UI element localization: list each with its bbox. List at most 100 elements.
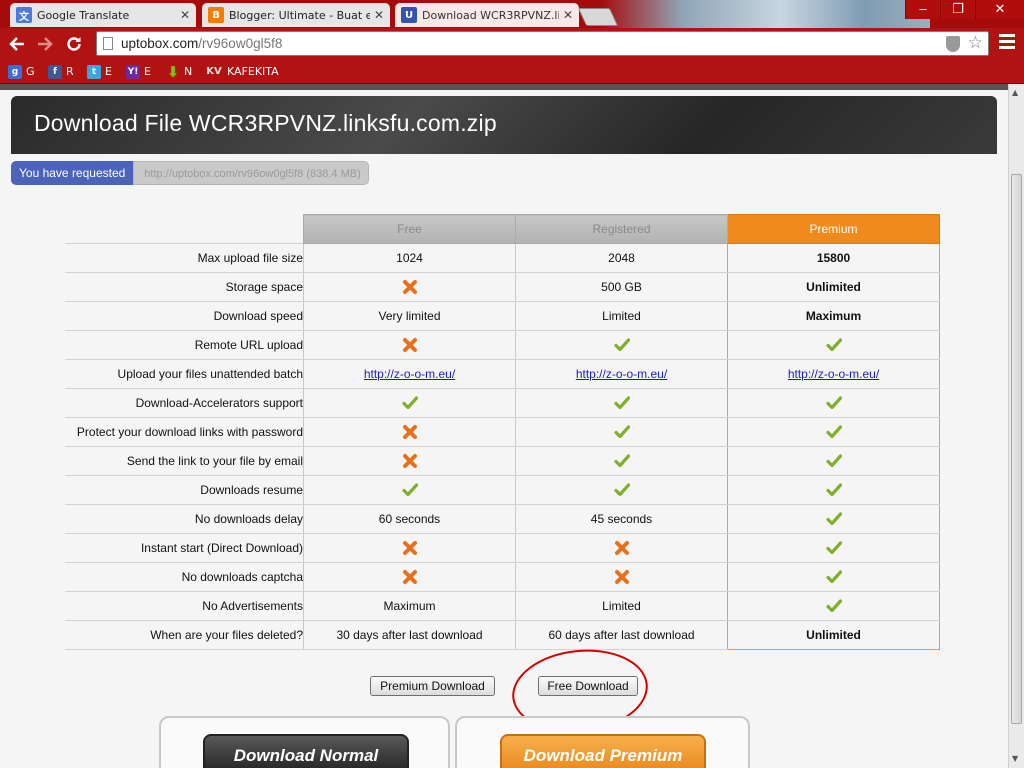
close-window-button[interactable]: ✕ bbox=[975, 0, 1024, 19]
requested-file-bar: You have requested http://uptobox.com/rv… bbox=[11, 161, 369, 185]
cell-free bbox=[303, 562, 516, 592]
forward-arrow-icon[interactable] bbox=[34, 33, 56, 55]
check-icon bbox=[825, 454, 842, 468]
batch-upload-link[interactable]: http://z-o-o-m.eu/ bbox=[788, 367, 879, 381]
cell-registered bbox=[515, 475, 728, 505]
google-translate-icon: 文 bbox=[16, 7, 32, 23]
table-row: No downloads captcha bbox=[65, 562, 940, 592]
bookmark-label: R bbox=[66, 65, 74, 78]
window-controls: ‒ ❐ ✕ bbox=[905, 0, 1024, 19]
cross-icon bbox=[402, 338, 417, 352]
blogger-icon: B bbox=[208, 7, 224, 23]
cross-icon bbox=[402, 454, 417, 468]
cross-icon bbox=[402, 541, 417, 555]
cell-premium bbox=[727, 330, 940, 360]
bookmark-kafekita[interactable]: KV KAFEKITA bbox=[205, 63, 278, 80]
cell-premium bbox=[727, 562, 940, 592]
header-spacer bbox=[65, 215, 304, 244]
cell-registered: 60 days after last download bbox=[515, 620, 728, 650]
star-icon[interactable]: ☆ bbox=[968, 33, 983, 53]
feature-label: Upload your files unattended batch bbox=[65, 359, 304, 389]
tab-google-translate[interactable]: 文 Google Translate ✕ bbox=[10, 3, 196, 27]
facebook-icon: f bbox=[48, 64, 62, 79]
bookmark-g[interactable]: gG bbox=[8, 63, 35, 80]
table-row: Max upload file size 1024 2048 15800 bbox=[65, 243, 940, 273]
uptobox-icon: U bbox=[401, 7, 417, 23]
check-icon bbox=[613, 396, 630, 410]
url-path: /rv96ow0gl5f8 bbox=[198, 36, 283, 51]
twitter-icon: t bbox=[87, 64, 101, 79]
cell-registered: 500 GB bbox=[515, 272, 728, 302]
url-host: uptobox.com bbox=[121, 36, 199, 51]
vertical-scrollbar[interactable]: ▲ ▼ bbox=[1008, 84, 1024, 768]
check-icon bbox=[613, 425, 630, 439]
cell-registered: Limited bbox=[515, 301, 728, 331]
check-icon bbox=[825, 570, 842, 584]
cell-registered bbox=[515, 446, 728, 476]
plan-header-free: Free bbox=[303, 214, 516, 244]
cross-icon bbox=[614, 541, 629, 555]
close-icon[interactable]: ✕ bbox=[563, 8, 573, 22]
bookmark-n[interactable]: ⬇ N bbox=[166, 62, 193, 81]
cell-registered bbox=[515, 388, 728, 418]
plan-comparison-table: Free Registered Premium Max upload file … bbox=[65, 214, 940, 650]
table-row: Storage space 500 GB Unlimited bbox=[65, 272, 940, 302]
kv-icon: KV bbox=[206, 66, 222, 77]
cell-premium: Unlimited bbox=[727, 272, 940, 302]
shield-icon[interactable] bbox=[946, 36, 960, 52]
check-icon bbox=[613, 454, 630, 468]
cell-premium: http://z-o-o-m.eu/ bbox=[727, 359, 940, 389]
cell-free: Maximum bbox=[303, 591, 516, 621]
request-label: You have requested bbox=[11, 161, 134, 185]
back-arrow-icon[interactable] bbox=[6, 33, 28, 55]
bookmark-e-yahoo[interactable]: Y! E bbox=[126, 63, 151, 80]
table-row: Download-Accelerators support bbox=[65, 388, 940, 418]
batch-upload-link[interactable]: http://z-o-o-m.eu/ bbox=[364, 367, 455, 381]
close-icon[interactable]: ✕ bbox=[180, 8, 190, 22]
request-value: http://uptobox.com/rv96ow0gl5f8 (838.4 M… bbox=[133, 161, 369, 185]
tab-blogger[interactable]: B Blogger: Ultimate - Buat entri ✕ bbox=[202, 3, 390, 27]
close-icon[interactable]: ✕ bbox=[374, 8, 384, 22]
plan-header-premium: Premium bbox=[727, 214, 940, 244]
tab-uptobox[interactable]: U Download WCR3RPVNZ.linksf ✕ bbox=[395, 3, 579, 27]
check-icon bbox=[401, 396, 418, 410]
table-row: Instant start (Direct Download) bbox=[65, 533, 940, 563]
table-row: When are your files deleted? 30 days afte… bbox=[65, 620, 940, 650]
tab-label: Download WCR3RPVNZ.linksf bbox=[422, 8, 559, 22]
feature-label: When are your files deleted? bbox=[65, 620, 304, 650]
address-bar[interactable]: uptobox.com/rv96ow0gl5f8 ☆ bbox=[96, 31, 989, 56]
yahoo-icon: Y! bbox=[126, 64, 140, 79]
download-premium-button[interactable]: Download Premium bbox=[500, 734, 706, 768]
window-background bbox=[600, 0, 930, 28]
premium-download-button[interactable]: Premium Download bbox=[370, 676, 495, 696]
maximize-button[interactable]: ❐ bbox=[940, 0, 975, 19]
url-text[interactable]: uptobox.com/rv96ow0gl5f8 bbox=[121, 36, 282, 51]
batch-upload-link[interactable]: http://z-o-o-m.eu/ bbox=[576, 367, 667, 381]
cross-icon bbox=[614, 570, 629, 584]
table-row: Download speed Very limited Limited Maximum bbox=[65, 301, 940, 331]
menu-icon[interactable] bbox=[999, 34, 1015, 52]
check-icon bbox=[825, 425, 842, 439]
table-row: Upload your files unattended batch http:/… bbox=[65, 359, 940, 389]
feature-label: No downloads captcha bbox=[65, 562, 304, 592]
download-normal-button[interactable]: Download Normal bbox=[203, 734, 409, 768]
feature-label: Storage space bbox=[65, 272, 304, 302]
check-icon bbox=[825, 483, 842, 497]
table-row: No downloads delay 60 seconds 45 seconds bbox=[65, 504, 940, 534]
scroll-down-arrow-icon[interactable]: ▼ bbox=[1012, 754, 1018, 763]
cell-registered bbox=[515, 417, 728, 447]
bookmark-e-twitter[interactable]: tE bbox=[87, 63, 112, 80]
minimize-button[interactable]: ‒ bbox=[905, 0, 940, 19]
bookmark-r[interactable]: fR bbox=[48, 63, 74, 80]
page-body: Download File WCR3RPVNZ.linksfu.com.zip … bbox=[0, 90, 1008, 768]
tab-label: Google Translate bbox=[37, 8, 130, 22]
scrollbar-thumb[interactable] bbox=[1011, 174, 1022, 724]
feature-label: Download speed bbox=[65, 301, 304, 331]
cell-free bbox=[303, 272, 516, 302]
download-arrow-icon: ⬇ bbox=[166, 62, 180, 81]
google-plus-icon: g bbox=[8, 64, 22, 79]
cell-free: 30 days after last download bbox=[303, 620, 516, 650]
cell-registered: 2048 bbox=[515, 243, 728, 273]
reload-icon[interactable] bbox=[63, 33, 85, 55]
scroll-up-arrow-icon[interactable]: ▲ bbox=[1012, 88, 1018, 97]
